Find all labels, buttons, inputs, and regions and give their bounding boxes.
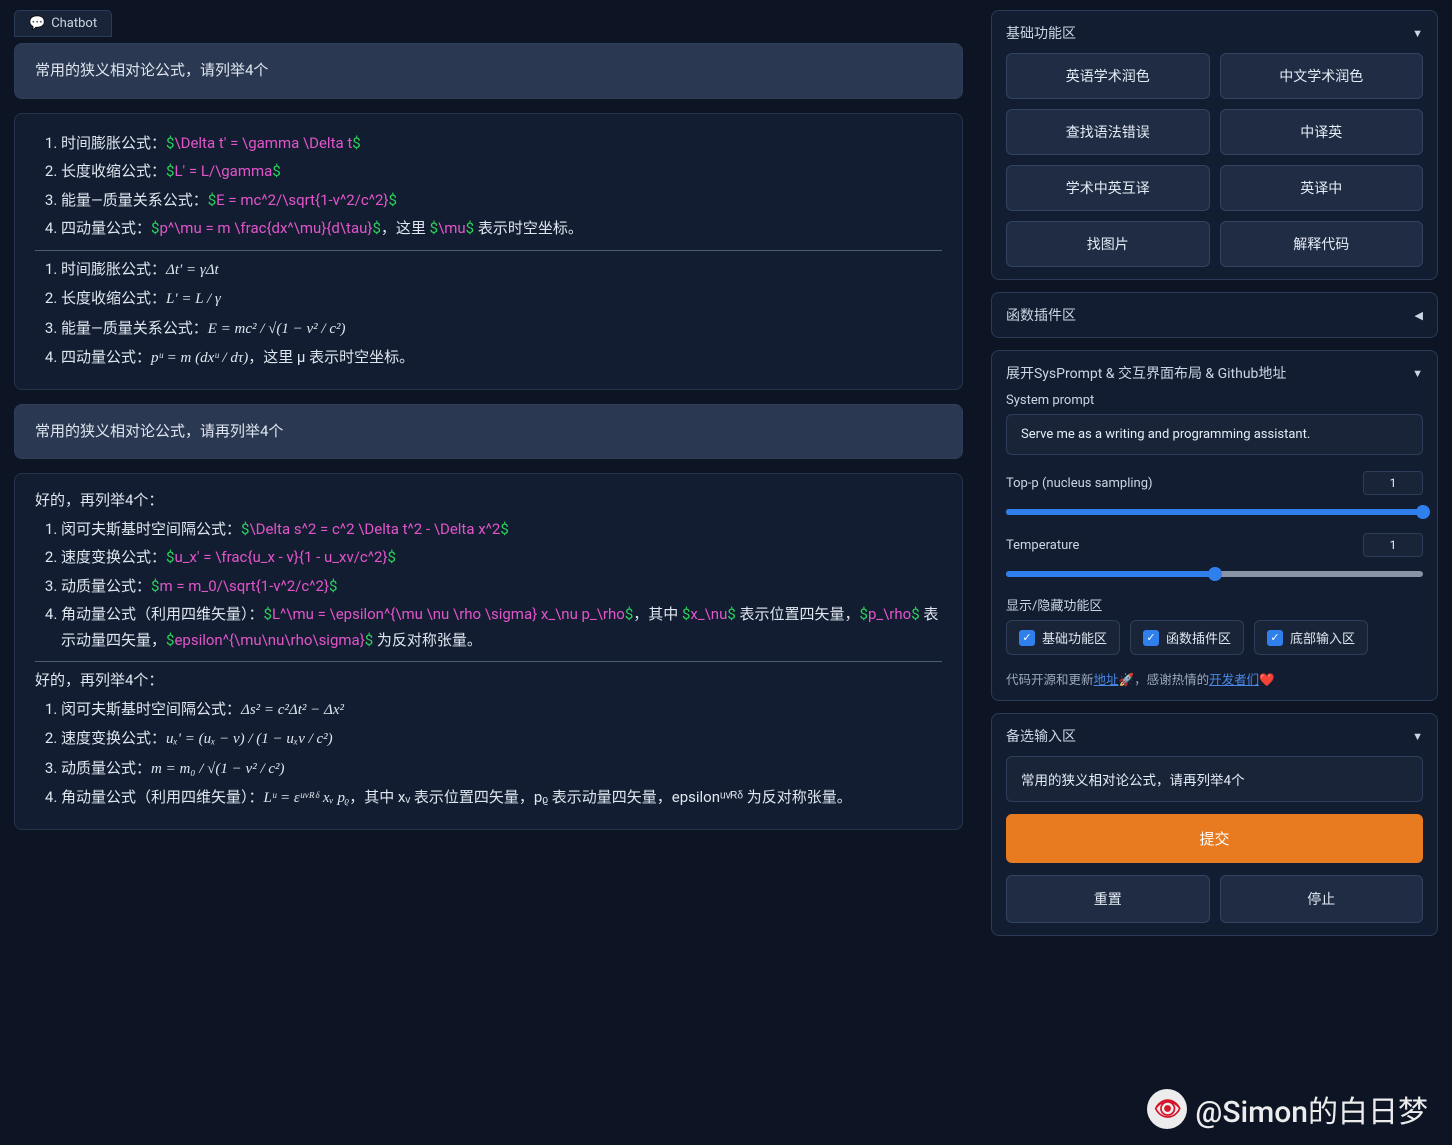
chevron-down-icon: ▼: [1412, 730, 1423, 743]
topp-label: Top-p (nucleus sampling): [1006, 476, 1353, 491]
func-button-4[interactable]: 学术中英互译: [1006, 165, 1210, 211]
temp-label: Temperature: [1006, 538, 1353, 553]
check-icon: ✓: [1019, 630, 1035, 646]
separator: [35, 250, 942, 251]
basic-panel: 基础功能区 ▼ 英语学术润色中文学术润色查找语法错误中译英学术中英互译英译中找图…: [991, 10, 1438, 280]
chat-icon: 💬: [29, 16, 45, 31]
checkbox-label: 基础功能区: [1042, 628, 1107, 647]
formula-rendered: 长度收缩公式：L' = L / γ: [61, 286, 942, 313]
plugin-panel: 函数插件区 ◀: [991, 292, 1438, 338]
separator: [35, 661, 942, 662]
submit-button[interactable]: 提交: [1006, 814, 1423, 863]
func-button-0[interactable]: 英语学术润色: [1006, 53, 1210, 99]
assistant-intro: 好的，再列举4个：: [35, 488, 942, 514]
footer-note: 代码开源和更新地址🚀，感谢热情的开发者们❤️: [1006, 669, 1423, 688]
show-hide-label: 显示/隐藏功能区: [1006, 595, 1423, 614]
temp-value[interactable]: 1: [1363, 533, 1423, 557]
topp-value[interactable]: 1: [1363, 471, 1423, 495]
chatbot-tab[interactable]: 💬 Chatbot: [14, 10, 112, 37]
reset-button[interactable]: 重置: [1006, 875, 1210, 923]
alt-text-input[interactable]: 常用的狭义相对论公式，请再列举4个: [1006, 756, 1423, 802]
formula-rendered: 能量—质量关系公式：E = mc² / √(1 − v² / c²): [61, 316, 942, 343]
formula-raw: 速度变换公式：$u_x' = \frac{u_x - v}{1 - u_xv/c…: [61, 545, 942, 571]
formula-raw: 长度收缩公式：$L' = L/\gamma$: [61, 159, 942, 185]
assistant-message-1: 时间膨胀公式：$\Delta t' = \gamma \Delta t$长度收缩…: [14, 113, 963, 390]
formula-rendered: 角动量公式（利用四维矢量）：Lᵘ = εᵘᵛᴿᵟ xᵥ pᵨ，其中 xᵥ 表示位…: [61, 785, 942, 812]
panel-title: 展开SysPrompt & 交互界面布局 & Github地址: [1006, 363, 1286, 383]
formula-rendered: 闵可夫斯基时空间隔公式：Δs² = c²Δt² − Δx²: [61, 697, 942, 724]
tab-label: Chatbot: [51, 16, 97, 31]
formula-rendered: 四动量公式：pᵘ = m (dxᵘ / dτ)，这里 μ 表示时空坐标。: [61, 345, 942, 372]
user-message-1: 常用的狭义相对论公式，请列举4个: [14, 43, 963, 99]
checkbox-1[interactable]: ✓ 函数插件区: [1130, 620, 1244, 655]
system-prompt-label: System prompt: [1006, 393, 1423, 408]
formula-raw: 动质量公式：$m = m_0/\sqrt{1-v^2/c^2}$: [61, 574, 942, 600]
checkbox-0[interactable]: ✓ 基础功能区: [1006, 620, 1120, 655]
basic-panel-header[interactable]: 基础功能区 ▼: [1006, 23, 1423, 43]
func-button-1[interactable]: 中文学术润色: [1220, 53, 1424, 99]
topp-slider[interactable]: [1006, 509, 1423, 515]
source-link[interactable]: 地址: [1094, 673, 1119, 688]
check-icon: ✓: [1267, 630, 1283, 646]
assistant-message-2: 好的，再列举4个： 闵可夫斯基时空间隔公式：$\Delta s^2 = c^2 …: [14, 473, 963, 830]
assistant-intro-rendered: 好的，再列举4个：: [35, 668, 942, 694]
temp-slider[interactable]: [1006, 571, 1423, 577]
chat-scroll[interactable]: 常用的狭义相对论公式，请列举4个 时间膨胀公式：$\Delta t' = \ga…: [14, 43, 963, 1135]
panel-title: 备选输入区: [1006, 726, 1076, 746]
formula-rendered: 时间膨胀公式：Δt' = γΔt: [61, 257, 942, 284]
func-button-5[interactable]: 英译中: [1220, 165, 1424, 211]
devs-link[interactable]: 开发者们: [1209, 673, 1259, 688]
checkbox-2[interactable]: ✓ 底部输入区: [1254, 620, 1368, 655]
slider-thumb[interactable]: [1416, 505, 1430, 519]
checkbox-label: 函数插件区: [1166, 628, 1231, 647]
func-button-7[interactable]: 解释代码: [1220, 221, 1424, 267]
user-text: 常用的狭义相对论公式，请列举4个: [35, 61, 268, 79]
slider-thumb[interactable]: [1208, 567, 1222, 581]
alt-input-panel: 备选输入区 ▼ 常用的狭义相对论公式，请再列举4个 提交 重置 停止: [991, 713, 1438, 936]
chevron-down-icon: ▼: [1412, 367, 1423, 380]
system-prompt-input[interactable]: Serve me as a writing and programming as…: [1006, 414, 1423, 455]
user-text: 常用的狭义相对论公式，请再列举4个: [35, 422, 283, 440]
expand-panel-header[interactable]: 展开SysPrompt & 交互界面布局 & Github地址 ▼: [1006, 363, 1423, 383]
checkbox-label: 底部输入区: [1290, 628, 1355, 647]
stop-button[interactable]: 停止: [1220, 875, 1424, 923]
chevron-left-icon: ◀: [1415, 309, 1423, 322]
user-message-2: 常用的狭义相对论公式，请再列举4个: [14, 404, 963, 460]
func-button-6[interactable]: 找图片: [1006, 221, 1210, 267]
formula-raw: 能量—质量关系公式：$E = mc^2/\sqrt{1-v^2/c^2}$: [61, 188, 942, 214]
formula-rendered: 速度变换公式：uₓ' = (uₓ − v) / (1 − uₓv / c²): [61, 726, 942, 753]
formula-raw: 四动量公式：$p^\mu = m \frac{dx^\mu}{d\tau}$，这…: [61, 216, 942, 242]
formula-raw: 角动量公式（利用四维矢量）：$L^\mu = \epsilon^{\mu \nu…: [61, 602, 942, 653]
func-button-3[interactable]: 中译英: [1220, 109, 1424, 155]
formula-raw: 时间膨胀公式：$\Delta t' = \gamma \Delta t$: [61, 131, 942, 157]
check-icon: ✓: [1143, 630, 1159, 646]
panel-title: 函数插件区: [1006, 305, 1076, 325]
func-button-2[interactable]: 查找语法错误: [1006, 109, 1210, 155]
chevron-down-icon: ▼: [1412, 27, 1423, 40]
expand-panel: 展开SysPrompt & 交互界面布局 & Github地址 ▼ System…: [991, 350, 1438, 701]
formula-rendered: 动质量公式：m = m₀ / √(1 − v² / c²): [61, 756, 942, 783]
panel-title: 基础功能区: [1006, 23, 1076, 43]
alt-panel-header[interactable]: 备选输入区 ▼: [1006, 726, 1423, 746]
plugin-panel-header[interactable]: 函数插件区 ◀: [1006, 305, 1423, 325]
formula-raw: 闵可夫斯基时空间隔公式：$\Delta s^2 = c^2 \Delta t^2…: [61, 517, 942, 543]
